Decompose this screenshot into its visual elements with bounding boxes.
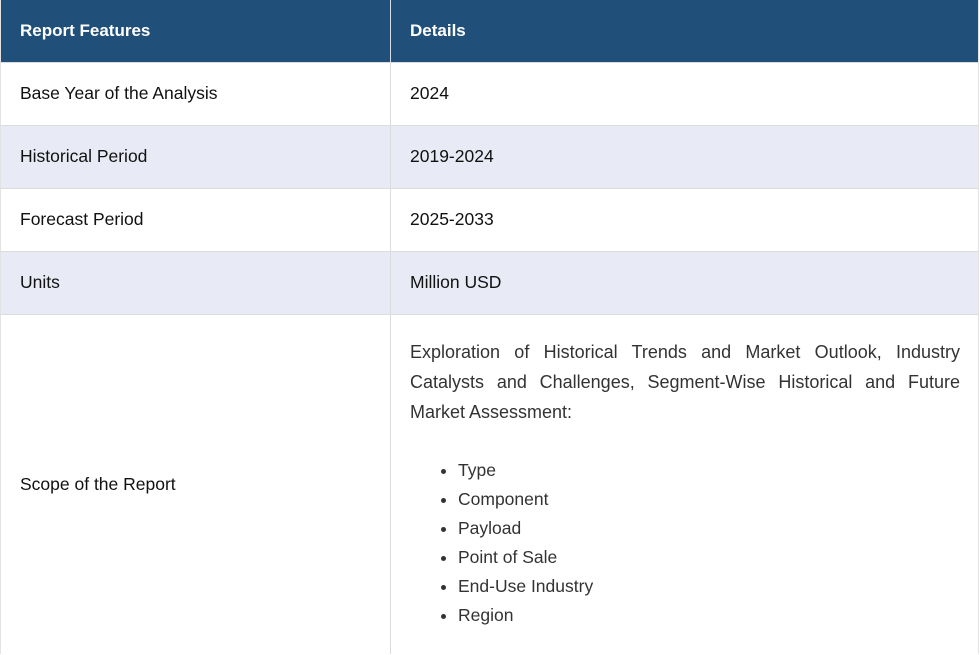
scope-description: Exploration of Historical Trends and Mar… <box>410 341 960 422</box>
list-item: Point of Sale <box>458 543 960 572</box>
detail-cell: 2024 <box>390 61 979 125</box>
feature-cell: Base Year of the Analysis <box>0 61 391 125</box>
table-row: Units Million USD <box>0 250 979 314</box>
scope-detail-cell: Exploration of Historical Trends and Mar… <box>390 313 979 654</box>
header-details: Details <box>390 0 979 62</box>
list-item: Component <box>458 485 960 514</box>
feature-cell: Forecast Period <box>0 187 391 251</box>
report-features-table: Report Features Details Base Year of the… <box>0 0 979 654</box>
header-report-features: Report Features <box>0 0 391 62</box>
table-row: Base Year of the Analysis 2024 <box>0 61 979 125</box>
table-row: Forecast Period 2025-2033 <box>0 187 979 251</box>
list-item: End-Use Industry <box>458 572 960 601</box>
table-row-scope: Scope of the Report Exploration of Histo… <box>0 313 979 654</box>
list-item: Type <box>458 456 960 485</box>
table-row: Historical Period 2019-2024 <box>0 124 979 188</box>
list-item: Payload <box>458 514 960 543</box>
detail-cell: 2025-2033 <box>390 187 979 251</box>
list-item: Region <box>458 601 960 630</box>
table-header-row: Report Features Details <box>0 0 979 62</box>
feature-cell: Units <box>0 250 391 314</box>
feature-cell: Historical Period <box>0 124 391 188</box>
detail-cell: 2019-2024 <box>390 124 979 188</box>
scope-list: Type Component Payload Point of Sale End… <box>410 456 960 630</box>
feature-cell: Scope of the Report <box>0 313 391 654</box>
detail-cell: Million USD <box>390 250 979 314</box>
